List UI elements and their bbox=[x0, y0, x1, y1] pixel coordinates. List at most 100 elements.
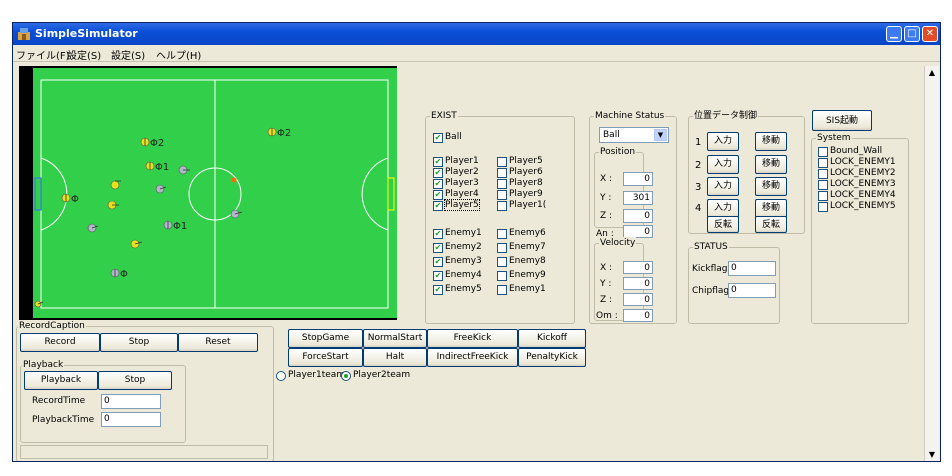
player4-checkbox[interactable]: ✔ Player4 bbox=[433, 189, 479, 200]
lock-enemy1-checkbox[interactable]: LOCK_ENEMY1 bbox=[818, 157, 896, 168]
flip-button-2[interactable]: 反転 bbox=[755, 216, 787, 233]
pos-y-label: Y : bbox=[600, 193, 612, 203]
checkbox-label: Enemy2 bbox=[445, 242, 482, 252]
player3-checkbox[interactable]: ✔ Player3 bbox=[433, 178, 479, 189]
lock-enemy3-checkbox[interactable]: LOCK_ENEMY3 bbox=[818, 179, 896, 190]
playback-time-field[interactable]: 0 bbox=[101, 412, 161, 427]
kickoff-button[interactable]: Kickoff bbox=[518, 329, 586, 348]
player2team-radio[interactable]: Player2team bbox=[341, 370, 410, 381]
enemy6-checkbox[interactable]: Enemy6 bbox=[497, 228, 546, 239]
soccer-field-view[interactable]: Φ2 Φ2 Φ1 Φ1 Φ Φ bbox=[19, 66, 397, 320]
move-button-3[interactable]: 移動 bbox=[755, 177, 787, 196]
checkbox-label: Enemy7 bbox=[509, 242, 546, 252]
slot-number: 4 bbox=[695, 203, 702, 214]
record-button[interactable]: Record bbox=[20, 333, 100, 352]
playback-time-label: PlaybackTime bbox=[32, 415, 95, 425]
vel-z-field[interactable]: 0 bbox=[623, 293, 653, 306]
pos-y-field[interactable]: 301 bbox=[623, 191, 653, 205]
checkbox-label: Enemy1 bbox=[445, 228, 482, 238]
pos-z-field[interactable]: 0 bbox=[623, 209, 653, 223]
enemy10-checkbox[interactable]: Enemy1 bbox=[497, 284, 546, 295]
velocity-caption: Velocity bbox=[599, 237, 637, 249]
checkbox-label: Enemy9 bbox=[509, 270, 546, 280]
ball-checkbox-label: Ball bbox=[445, 132, 462, 142]
player10-checkbox[interactable]: Player1( bbox=[497, 200, 546, 211]
player6-checkbox[interactable]: Player6 bbox=[497, 167, 543, 178]
halt-button[interactable]: Halt bbox=[363, 348, 427, 367]
checkbox-label: Enemy1 bbox=[509, 284, 546, 294]
close-icon: ✕ bbox=[925, 28, 935, 39]
playback-button[interactable]: Playback bbox=[24, 371, 98, 390]
vel-x-field[interactable]: 0 bbox=[623, 261, 653, 274]
player1-checkbox[interactable]: ✔ Player1 bbox=[433, 156, 479, 167]
bound-wall-checkbox[interactable]: Bound_Wall bbox=[818, 146, 882, 157]
checkbox-label: Player2 bbox=[445, 167, 479, 177]
menu-settings-2[interactable]: 設定(S) bbox=[111, 47, 145, 62]
kickflag-field[interactable]: 0 bbox=[728, 261, 776, 276]
lock-enemy2-checkbox[interactable]: LOCK_ENEMY2 bbox=[818, 168, 896, 179]
indirect-free-kick-button[interactable]: IndirectFreeKick bbox=[427, 348, 518, 367]
ball-checkbox[interactable]: ✔ Ball bbox=[433, 132, 462, 143]
checkbox-label: LOCK_ENEMY5 bbox=[830, 201, 896, 211]
enemy9-checkbox[interactable]: Enemy9 bbox=[497, 270, 546, 281]
normal-start-button[interactable]: NormalStart bbox=[363, 329, 427, 348]
machine-status-caption: Machine Status bbox=[594, 110, 666, 122]
title-bar[interactable]: SimpleSimulator ▁ □ ✕ bbox=[13, 23, 940, 45]
enemy7-checkbox[interactable]: Enemy7 bbox=[497, 242, 546, 253]
player2-checkbox[interactable]: ✔ Player2 bbox=[433, 167, 479, 178]
menu-file[interactable]: ファイル(F) bbox=[16, 47, 70, 62]
close-button[interactable]: ✕ bbox=[922, 26, 938, 42]
slot-number: 1 bbox=[695, 137, 702, 148]
stop-game-button[interactable]: StopGame bbox=[288, 329, 363, 348]
app-icon bbox=[18, 28, 30, 40]
player5b-checkbox[interactable]: Player5 bbox=[497, 156, 543, 167]
checkbox-label: Bound_Wall bbox=[830, 146, 883, 156]
move-button-1[interactable]: 移動 bbox=[755, 132, 787, 151]
player8-checkbox[interactable]: Player8 bbox=[497, 178, 543, 189]
record-caption: RecordCaption bbox=[18, 320, 86, 332]
lock-enemy5-checkbox[interactable]: LOCK_ENEMY5 bbox=[818, 201, 896, 212]
input-button-3[interactable]: 入力 bbox=[707, 177, 739, 196]
exist-caption: EXIST bbox=[430, 110, 458, 122]
sis-start-button[interactable]: SIS起動 bbox=[812, 110, 872, 131]
penalty-kick-button[interactable]: PenaltyKick bbox=[518, 348, 586, 367]
free-kick-button[interactable]: FreeKick bbox=[427, 329, 518, 348]
lock-enemy4-checkbox[interactable]: LOCK_ENEMY4 bbox=[818, 190, 896, 201]
enemy2-checkbox[interactable]: ✔ Enemy2 bbox=[433, 242, 482, 253]
checkbox-label: Player6 bbox=[509, 167, 543, 177]
machine-select[interactable]: Ball ▼ bbox=[599, 127, 669, 143]
force-start-button[interactable]: ForceStart bbox=[288, 348, 363, 367]
enemy4-checkbox[interactable]: ✔ Enemy4 bbox=[433, 270, 482, 281]
record-stop-button[interactable]: Stop bbox=[100, 333, 178, 352]
move-button-2[interactable]: 移動 bbox=[755, 155, 787, 174]
enemy5-checkbox[interactable]: ✔ Enemy5 bbox=[433, 284, 482, 295]
player5-checkbox[interactable]: ✔ Player5 bbox=[433, 199, 480, 211]
input-button-2[interactable]: 入力 bbox=[707, 155, 739, 174]
vertical-scrollbar[interactable]: ▲ ▼ bbox=[924, 66, 939, 461]
enemy3-checkbox[interactable]: ✔ Enemy3 bbox=[433, 256, 482, 267]
minimize-button[interactable]: ▁ bbox=[886, 26, 902, 42]
scroll-down-icon[interactable]: ▼ bbox=[925, 448, 939, 461]
input-button-1[interactable]: 入力 bbox=[707, 132, 739, 151]
enemy8-checkbox[interactable]: Enemy8 bbox=[497, 256, 546, 267]
pos-x-field[interactable]: 0 bbox=[623, 172, 653, 186]
playback-stop-button[interactable]: Stop bbox=[98, 371, 172, 390]
flip-button-1[interactable]: 反転 bbox=[707, 216, 739, 233]
maximize-button[interactable]: □ bbox=[904, 26, 920, 42]
maximize-icon: □ bbox=[907, 28, 917, 39]
vel-y-label: Y : bbox=[600, 279, 612, 289]
record-time-field[interactable]: 0 bbox=[101, 394, 161, 409]
menu-settings-1[interactable]: 設定(S) bbox=[67, 47, 101, 62]
vel-om-field[interactable]: 0 bbox=[623, 309, 653, 322]
scroll-up-icon[interactable]: ▲ bbox=[925, 66, 939, 80]
menu-help[interactable]: ヘルプ(H) bbox=[156, 47, 201, 62]
reset-button[interactable]: Reset bbox=[178, 333, 258, 352]
player1team-radio[interactable]: Player1team bbox=[276, 370, 345, 381]
chipflag-field[interactable]: 0 bbox=[728, 283, 776, 298]
kickflag-label: Kickflag bbox=[692, 264, 728, 274]
chevron-down-icon[interactable]: ▼ bbox=[654, 129, 667, 141]
player9-checkbox[interactable]: Player9 bbox=[497, 189, 543, 200]
robot-label: Φ bbox=[120, 269, 128, 280]
enemy1-checkbox[interactable]: ✔ Enemy1 bbox=[433, 228, 482, 239]
vel-y-field[interactable]: 0 bbox=[623, 277, 653, 290]
